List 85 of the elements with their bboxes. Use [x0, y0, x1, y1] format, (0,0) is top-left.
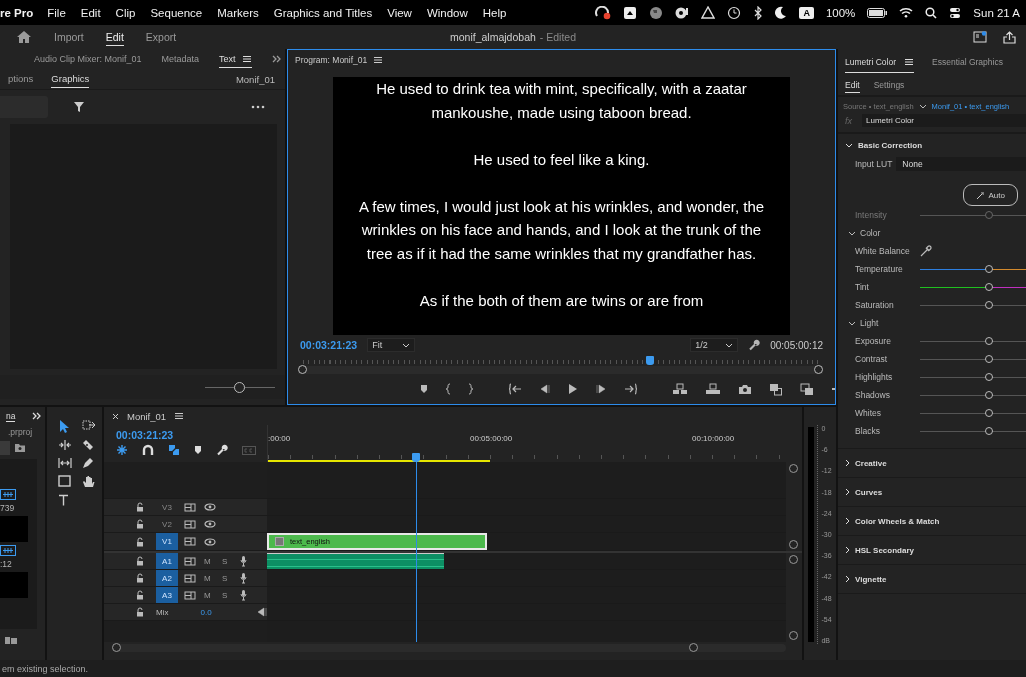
track-target[interactable]: V2: [156, 516, 178, 532]
mute-toggle[interactable]: M: [204, 590, 222, 600]
mute-toggle[interactable]: M: [204, 556, 222, 566]
track-target[interactable]: A1: [156, 553, 178, 569]
solo-toggle[interactable]: S: [222, 556, 240, 566]
field-label: Saturation: [855, 300, 895, 310]
menu-item[interactable]: Window: [426, 6, 468, 19]
app-name[interactable]: re Pro: [0, 6, 34, 19]
panel-tab[interactable]: Lumetri Color: [845, 51, 915, 73]
field-label: Whites: [855, 408, 882, 418]
sequence-name: Monif_01: [235, 73, 275, 85]
field-label: Tint: [855, 282, 870, 292]
group-title[interactable]: Light: [860, 318, 879, 328]
panel-tab[interactable]: ptions: [8, 70, 34, 88]
duration-timecode: 00:05:00:12: [770, 339, 823, 351]
lut-dropdown[interactable]: None: [896, 157, 1026, 171]
workspace-tab[interactable]: Edit: [105, 28, 124, 46]
panel-tab[interactable]: Audio Clip Mixer: Monif_01: [34, 50, 142, 68]
menu-item[interactable]: File: [47, 6, 66, 19]
field-label: Highlights: [855, 372, 894, 382]
workspace-tab[interactable]: Import: [54, 28, 84, 46]
mute-toggle[interactable]: M: [204, 573, 222, 583]
panel-tab[interactable]: Essential Graphics: [932, 51, 1003, 73]
playhead-timecode[interactable]: 00:03:21:23: [300, 339, 358, 351]
subtitle-text: He used to feel like a king.: [472, 149, 651, 170]
track-target[interactable]: V3: [156, 499, 178, 515]
field-label: White Balance: [855, 246, 911, 256]
solo-toggle[interactable]: S: [222, 590, 240, 600]
menu-item[interactable]: Clip: [115, 6, 136, 19]
section-title[interactable]: HSL Secondary: [855, 545, 914, 555]
subtitle-text: A few times, I would just look at his wrinkles, and wonder, the wrinkles on his face and hands, and I look at the trunk of the tree as if it had the same wrinkles that my grandfather has.: [357, 196, 766, 264]
track-target[interactable]: A3: [156, 587, 178, 603]
menu-item[interactable]: Markers: [217, 6, 259, 19]
timeline-timecode[interactable]: 00:03:21:23: [116, 429, 267, 441]
battery-percent: 100%: [825, 6, 856, 19]
group-title[interactable]: Color: [860, 228, 881, 238]
panel-tab[interactable]: Text: [219, 50, 252, 68]
mix-value[interactable]: 0.0: [200, 607, 212, 617]
menu-item[interactable]: View: [387, 6, 412, 19]
ruler-label: :00:00: [268, 434, 291, 443]
field-label: Contrast: [855, 354, 889, 364]
menu-item[interactable]: Graphics and Titles: [273, 6, 373, 19]
resolution-dropdown[interactable]: 1/2: [690, 338, 739, 352]
section-title[interactable]: Curves: [855, 487, 883, 497]
menu-item[interactable]: Sequence: [150, 6, 203, 19]
fx-label: fx: [845, 115, 852, 126]
subtitle-text: As if the both of them are twins or are from: [418, 290, 705, 311]
panel-tab[interactable]: na: [6, 410, 16, 422]
menu-item[interactable]: Edit: [80, 6, 101, 19]
panel-tab[interactable]: Edit: [845, 77, 860, 93]
ruler-label: 00:05:00:00: [470, 434, 513, 443]
auto-button[interactable]: Auto: [962, 184, 1018, 206]
edited-label: - Edited: [539, 31, 576, 43]
section-title[interactable]: Creative: [855, 458, 887, 468]
panel-title[interactable]: Program: Monif_01: [295, 55, 368, 65]
field-label: Shadows: [855, 390, 891, 400]
panel-tab[interactable]: Metadata: [161, 50, 200, 68]
field-label: Blacks: [855, 426, 882, 436]
item-duration: :12: [0, 559, 13, 569]
section-title[interactable]: Basic Correction: [858, 140, 923, 150]
menu-item[interactable]: Help: [482, 6, 507, 19]
track-target[interactable]: A2: [156, 570, 178, 586]
menu-clock[interactable]: Sun 21 A: [973, 6, 1020, 19]
mix-label: Mix: [156, 607, 169, 617]
item-duration: 739: [0, 503, 16, 513]
subtitle-text: He used to drink tea with mint, specifically, with a zaatar mankoushe, made using taboon bread.: [375, 79, 748, 123]
field-label: Input LUT: [855, 159, 893, 169]
solo-toggle[interactable]: S: [222, 573, 240, 583]
zoom-dropdown[interactable]: Fit: [367, 338, 416, 352]
input-source-badge[interactable]: A: [799, 6, 814, 19]
section-title[interactable]: Vignette: [855, 574, 887, 584]
effect-field[interactable]: Lumetri Color: [862, 114, 1026, 127]
project-title: monif_almajdobah: [450, 31, 536, 43]
field-label: Intensity: [855, 210, 888, 220]
project-file-name: .prproj: [7, 426, 34, 439]
ruler-label: 00:10:00:00: [692, 434, 735, 443]
status-text: em existing selection.: [2, 663, 89, 674]
field-label: Exposure: [855, 336, 892, 346]
sequence-tab[interactable]: Monif_01: [127, 410, 167, 422]
workspace-tab[interactable]: Export: [145, 28, 177, 46]
track-target[interactable]: V1: [156, 533, 178, 550]
panel-tab[interactable]: Graphics: [51, 70, 90, 88]
section-title[interactable]: Color Wheels & Match: [855, 516, 940, 526]
panel-tab[interactable]: Settings: [873, 77, 905, 93]
field-label: Temperature: [855, 264, 904, 274]
